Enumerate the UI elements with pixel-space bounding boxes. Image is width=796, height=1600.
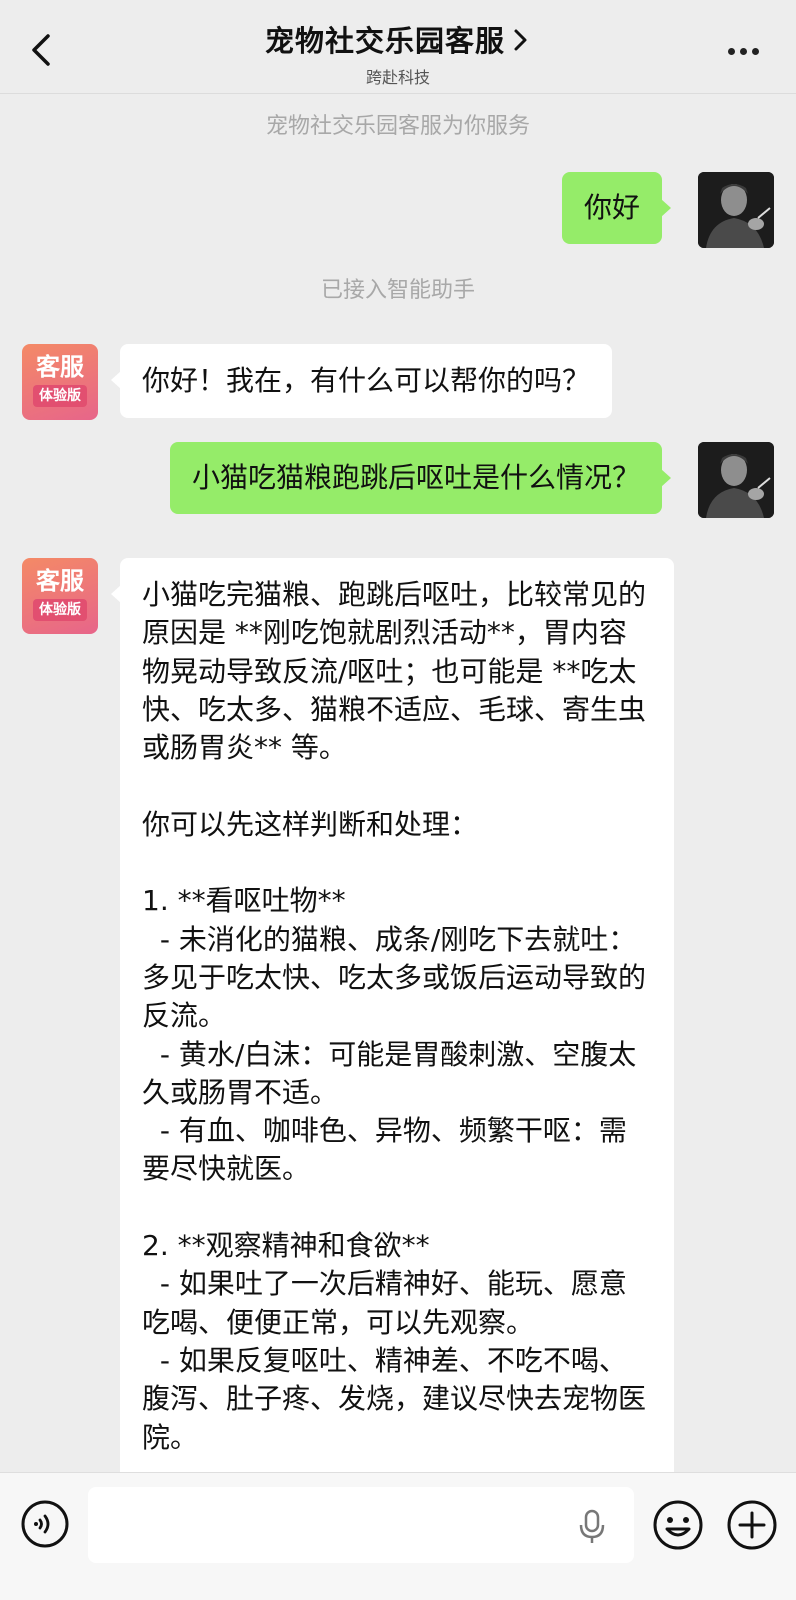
bot-message-bubble[interactable]: 小猫吃完猫粮、跑跳后呕吐，比较常见的原因是 **刚吃饱就剧烈活动**，胃内容物晃… [111,558,674,1472]
user-avatar[interactable] [698,442,774,518]
bot-avatar-badge: 体验版 [33,385,87,407]
system-message: 宠物社交乐园客服为你服务 [265,114,530,139]
more-actions-button[interactable] [726,1499,778,1551]
user-avatar[interactable] [698,172,774,248]
mic-button[interactable] [578,1509,606,1545]
bot-avatar-badge: 体验版 [33,599,87,621]
voice-toggle-button[interactable] [20,1499,70,1549]
voice-icon [21,1500,69,1548]
plus-icon [727,1500,777,1550]
message-input[interactable] [88,1487,634,1563]
emoji-icon [653,1500,703,1550]
chat-area[interactable]: 宠物社交乐园客服为你服务 你好 已接入智能助手 客服 体验版 你好！我在，有什么… [0,94,796,1472]
my-message-bubble[interactable]: 你好 [561,172,672,244]
bot-avatar-label: 客服 [36,567,84,595]
bot-message-bubble[interactable]: 你好！我在，有什么可以帮你的吗？ [110,344,613,418]
chat-subtitle: 跨赴科技 [365,68,430,87]
my-message-bubble[interactable]: 小猫吃猫粮跑跳后呕吐是什么情况？ [169,442,672,514]
bot-avatar[interactable]: 客服 体验版 [22,558,98,634]
title-block[interactable]: 宠物社交乐园客服 跨赴科技 [0,18,796,88]
more-dots-icon [728,48,735,55]
bot-avatar-label: 客服 [36,353,84,381]
system-message: 已接入智能助手 [320,278,475,303]
input-bar [0,1472,796,1600]
user-photo-icon [698,442,774,518]
bot-message-text: 小猫吃完猫粮、跑跳后呕吐，比较常见的原因是 **刚吃饱就剧烈活动**，胃内容物晃… [142,578,647,1454]
microphone-icon [579,1509,605,1543]
user-photo-icon [698,172,774,248]
emoji-button[interactable] [652,1499,704,1551]
more-button[interactable] [728,40,768,55]
chevron-right-icon [514,29,527,51]
chat-title[interactable]: 宠物社交乐园客服 [265,24,505,58]
bot-avatar[interactable]: 客服 体验版 [22,344,98,420]
chat-header: 宠物社交乐园客服 跨赴科技 [0,0,796,94]
